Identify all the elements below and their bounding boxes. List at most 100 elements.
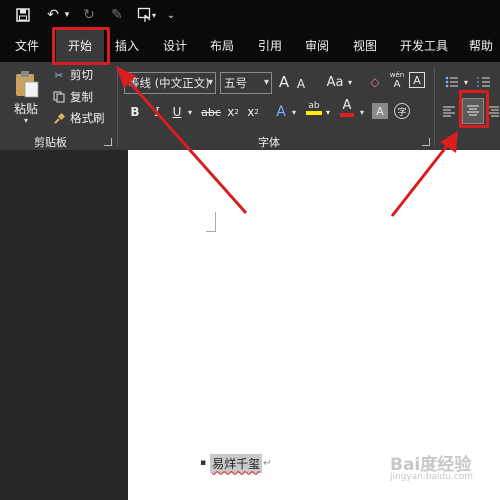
numbering-button[interactable]	[476, 72, 492, 92]
copy-button[interactable]: 复制	[52, 88, 93, 106]
brush-icon-glyph	[53, 112, 65, 124]
phonetic-bottom: A	[393, 79, 401, 90]
bullet-mark: ▪	[200, 458, 207, 468]
shrink-font-button[interactable]: A	[294, 74, 308, 94]
touch-mode-dropdown-icon[interactable]: ▾	[150, 6, 158, 24]
bold-icon: B	[130, 105, 140, 119]
align-left-icon	[443, 106, 455, 117]
tab-view[interactable]: 视图	[346, 30, 384, 62]
bullets-dropdown-icon[interactable]: ▾	[462, 72, 470, 92]
text-effects-dropdown-icon[interactable]: ▾	[290, 102, 298, 122]
grow-font-button[interactable]: A	[276, 72, 292, 92]
superscript-button[interactable]: x2	[246, 102, 260, 122]
watermark-url: jingyan.baidu.com	[390, 472, 474, 482]
tab-review[interactable]: 审阅	[298, 30, 336, 62]
underline-button[interactable]: U	[170, 102, 184, 122]
tab-layout[interactable]: 布局	[203, 30, 241, 62]
format-painter-button[interactable]: 格式刷	[52, 109, 105, 127]
align-left-button[interactable]	[440, 102, 458, 122]
brush-icon	[52, 111, 66, 125]
align-center-highlight	[459, 90, 489, 128]
copy-label: 复制	[70, 90, 93, 104]
bullets-button[interactable]	[444, 72, 460, 92]
font-color-button[interactable]: A	[338, 98, 356, 118]
format-painter-label: 格式刷	[70, 111, 105, 125]
text-effects-icon[interactable]: A	[272, 102, 290, 122]
change-case-dropdown-icon[interactable]: ▾	[346, 72, 354, 92]
font-size-value: 五号	[224, 76, 247, 90]
shrink-font-icon: A	[296, 77, 306, 91]
document-margin-left	[0, 150, 128, 500]
font-color-dropdown-icon[interactable]: ▾	[358, 102, 366, 122]
copy-icon-glyph	[53, 91, 65, 103]
paste-dropdown-icon[interactable]: ▾	[24, 116, 28, 125]
tab-file[interactable]: 文件	[8, 30, 46, 62]
font-group-label: 字体	[258, 136, 280, 149]
tab-design[interactable]: 设计	[156, 30, 194, 62]
tab-references[interactable]: 引用	[251, 30, 289, 62]
strikethrough-button[interactable]: abc	[200, 102, 222, 122]
subscript-icon: x	[227, 105, 235, 119]
enclose-characters-icon: 字	[397, 107, 407, 118]
save-icon-glyph	[16, 8, 30, 22]
selected-text[interactable]: 易烊千玺	[210, 453, 263, 473]
bold-button[interactable]: B	[128, 102, 142, 122]
font-size-combo[interactable]: 五号 ▾	[220, 72, 272, 94]
quick-access-toolbar: ↶ ▾ ↻ ✎ ▾ ⌄	[0, 0, 500, 30]
customize-qat-icon[interactable]: ⌄	[164, 6, 178, 24]
clipboard-group-label: 剪贴板	[34, 136, 67, 149]
character-border-button[interactable]: A	[409, 72, 425, 88]
font-name-combo[interactable]: 等线 (中文正文) ▾	[124, 72, 216, 94]
document-page[interactable]: ▪ 易烊千玺 ↵ Bai度经验 jingyan.baidu.com	[128, 150, 500, 500]
change-case-icon: Aa	[326, 74, 344, 90]
clipboard-launcher-icon[interactable]	[104, 138, 112, 146]
italic-icon: I	[154, 105, 160, 119]
paste-button[interactable]: 粘贴 ▾	[8, 68, 46, 128]
document-paragraph[interactable]: ▪ 易烊千玺 ↵	[200, 453, 272, 473]
scissors-icon: ✂	[54, 68, 64, 82]
numbering-icon	[477, 77, 490, 87]
character-shading-icon: A	[376, 104, 384, 118]
subscript-button[interactable]: x2	[226, 102, 240, 122]
undo-icon[interactable]: ↶	[46, 6, 60, 24]
paragraph-mark: ↵	[263, 457, 272, 469]
group-divider	[434, 66, 435, 146]
change-case-button[interactable]: Aa	[324, 72, 346, 92]
phonetic-guide-button[interactable]: wén A	[387, 70, 407, 90]
character-shading-button[interactable]: A	[372, 103, 388, 119]
cut-label: 剪切	[70, 68, 93, 82]
paste-label: 粘贴	[14, 102, 39, 116]
redo-icon[interactable]: ↻	[80, 6, 98, 24]
tab-help[interactable]: 帮助	[462, 30, 500, 62]
tab-home-highlight	[52, 27, 110, 65]
cut-button[interactable]: ✂ 剪切	[52, 66, 93, 84]
underline-dropdown-icon[interactable]: ▾	[186, 102, 194, 122]
character-border-icon: A	[413, 73, 421, 87]
paste-icon	[16, 71, 39, 98]
copy-icon	[52, 90, 66, 104]
underline-icon: U	[172, 105, 182, 119]
italic-button[interactable]: I	[150, 102, 164, 122]
enclose-characters-button[interactable]: 字	[394, 103, 410, 119]
font-name-value: 等线 (中文正文)	[128, 76, 210, 90]
tab-developer[interactable]: 开发工具	[395, 30, 453, 62]
bullets-icon	[445, 76, 458, 88]
tab-insert[interactable]: 插入	[108, 30, 146, 62]
repeat-typing-icon[interactable]: ✎	[108, 6, 126, 24]
highlight-dropdown-icon[interactable]: ▾	[324, 102, 332, 122]
strikethrough-icon: abc	[201, 105, 221, 119]
font-size-dropdown-icon[interactable]: ▾	[264, 73, 269, 93]
highlight-color-swatch	[306, 111, 322, 115]
font-color-icon: A	[342, 98, 352, 113]
font-launcher-icon[interactable]	[422, 138, 430, 146]
highlight-button[interactable]: ab	[304, 98, 324, 118]
clear-formatting-icon[interactable]: ◇	[366, 72, 384, 92]
superscript-icon: x	[247, 105, 255, 119]
highlight-icon: ab	[308, 101, 320, 111]
undo-dropdown-icon[interactable]: ▾	[62, 6, 72, 24]
save-icon[interactable]	[14, 6, 32, 24]
margin-corner-mark	[206, 212, 216, 232]
group-divider	[117, 66, 118, 146]
font-name-dropdown-icon[interactable]: ▾	[208, 73, 213, 93]
grow-font-icon: A	[278, 73, 290, 91]
